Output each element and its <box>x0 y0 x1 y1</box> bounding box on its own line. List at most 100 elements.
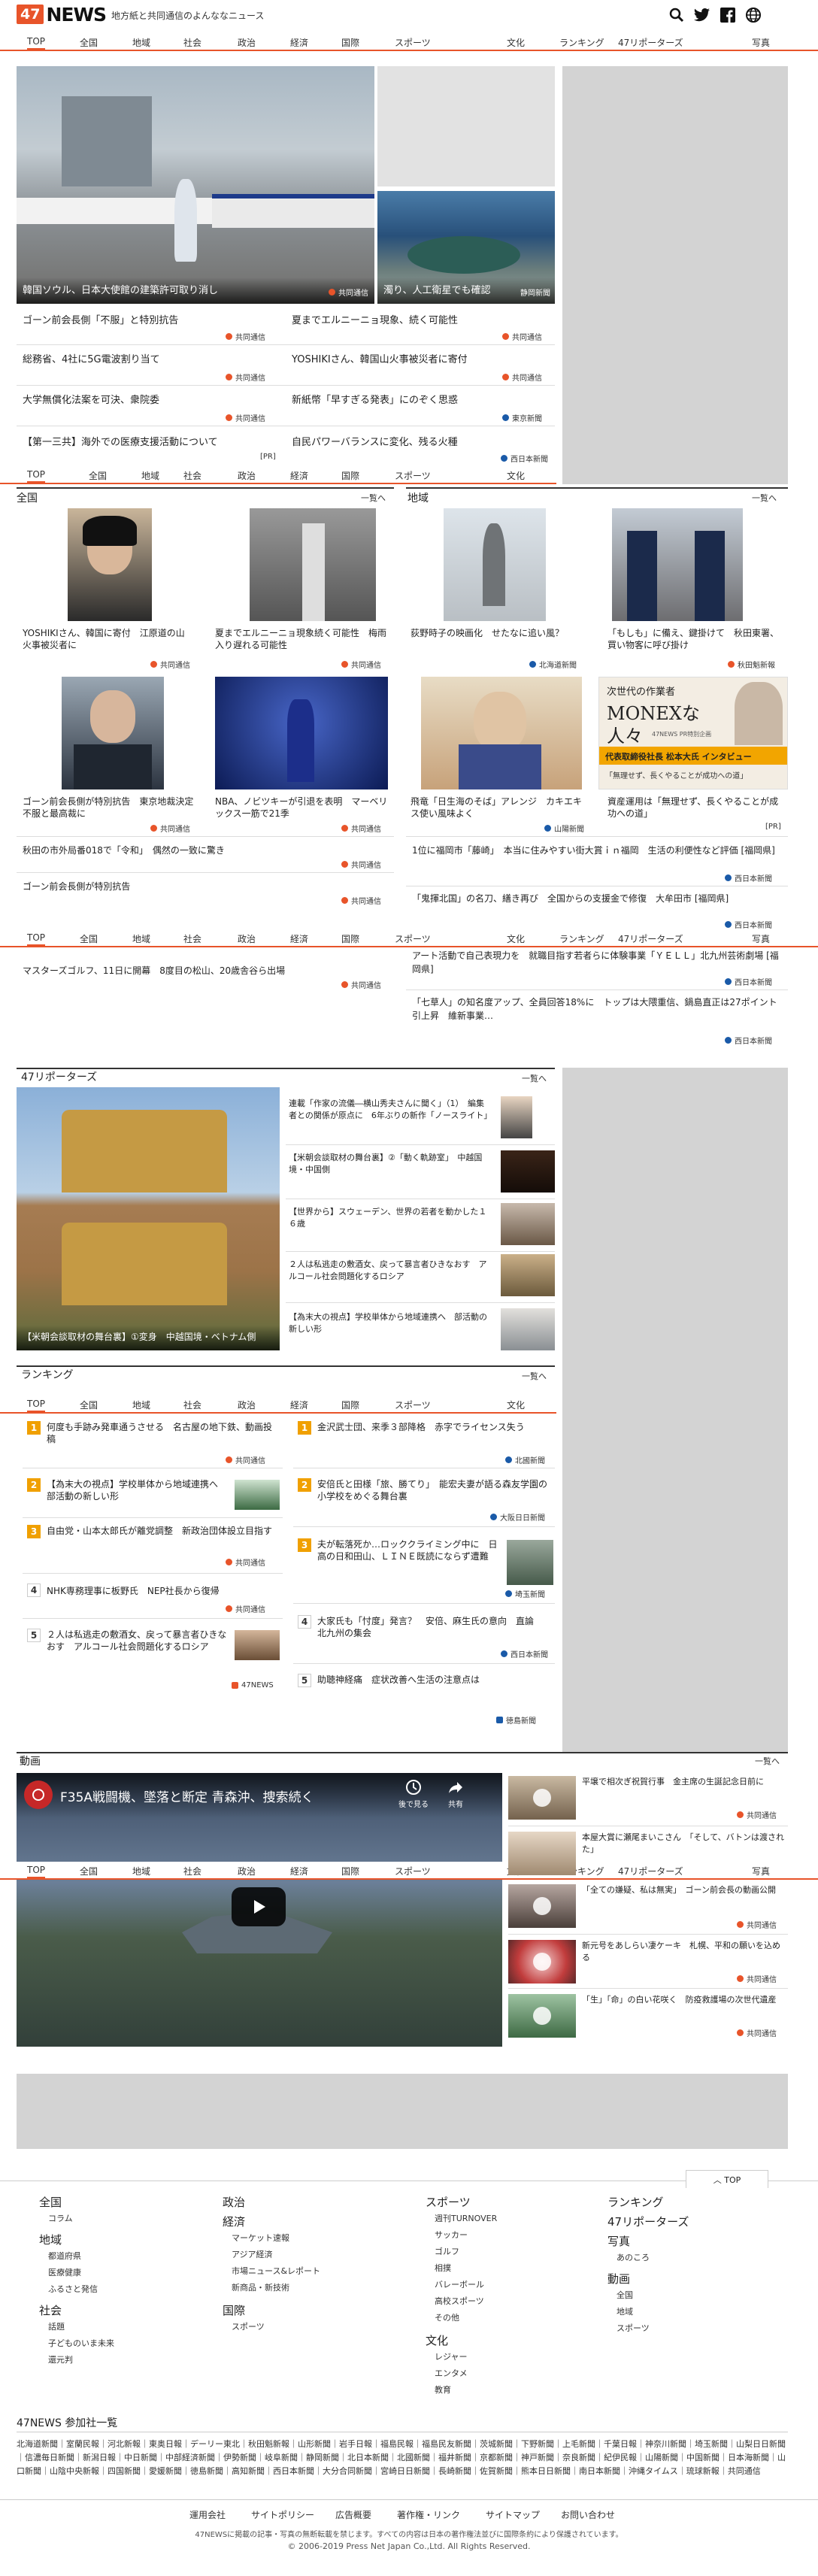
nav-national[interactable]: 全国 <box>89 469 107 482</box>
reporters-thumb[interactable] <box>501 1254 555 1296</box>
reporters-item[interactable]: 【世界から】スウェーデン、世界の若者を動かした１６歳 <box>289 1206 492 1230</box>
footer-sublink[interactable]: その他 <box>435 2311 459 2323</box>
card-title[interactable]: 「もしも」に備え、鍵掛けて 秋田東署、買い物客に呼び掛け <box>607 627 780 651</box>
footer-link-reporters[interactable]: 47リポーターズ <box>607 2214 689 2229</box>
footer-link-society[interactable]: 社会 <box>39 2302 62 2318</box>
nav-society[interactable]: 社会 <box>183 1399 201 1411</box>
nav-culture[interactable]: 文化 <box>507 1399 525 1411</box>
headline-link[interactable]: 【第一三共】海外での医療支援活動について <box>23 436 278 450</box>
footer-sublink[interactable]: 医療健康 <box>48 2266 81 2278</box>
footer-sublink[interactable]: 高校スポーツ <box>435 2295 484 2307</box>
national-list-item[interactable]: マスターズゴルフ、11日に開幕 8度目の松山、20歳舎谷ら出場 <box>23 964 383 977</box>
footer-link-video[interactable]: 動画 <box>607 2271 630 2287</box>
headline-link[interactable]: 自民パワーバランスに変化、残る火種 <box>292 436 547 450</box>
video-item[interactable]: 新元号をあしらい凄ケーキ 札幌、平和の願いを込める <box>582 1940 785 1964</box>
nav-politics[interactable]: 政治 <box>238 469 256 482</box>
ranking-item[interactable]: ２人は私逃走の敷酒女、戻って暴言者ひきなおす アルコール社会問題化するロシア <box>47 1629 227 1653</box>
channel-avatar[interactable] <box>24 1780 53 1809</box>
ranking-item[interactable]: 安倍氏と田様「旅、勝てり」 能宏夫妻が語る森友学園の小学校をめぐる舞台裏 <box>317 1478 550 1502</box>
footer-bottom-link[interactable]: お問い合わせ <box>561 2508 615 2521</box>
video-thumb[interactable] <box>508 1776 576 1820</box>
video-item[interactable]: 「生」「命」の白い花咲く 防疫救護場の次世代遺産 <box>582 1994 785 2006</box>
nav-top[interactable]: TOP <box>27 932 46 947</box>
nav-society[interactable]: 社会 <box>183 469 201 482</box>
nav-international[interactable]: 国際 <box>341 932 359 945</box>
ranking-item[interactable]: 夫が転落死か…ロッククライミング中に 日高の日和田山、ＬＩＮＥ既読にならず遭難 <box>317 1538 498 1562</box>
headline-link[interactable]: 夏までエルニーニョ現象、続く可能性 <box>292 314 547 328</box>
footer-sublink[interactable]: 地域 <box>617 2305 633 2317</box>
footer-link-ranking[interactable]: ランキング <box>607 2194 664 2210</box>
ranking-item[interactable]: 何度も手跡み発車通うさせる 名古屋の地下鉄、動画投稿 <box>47 1421 280 1445</box>
ranking-item[interactable]: 助聴神経痛 症状改善へ生活の注意点は <box>317 1674 498 1686</box>
nav-politics[interactable]: 政治 <box>238 932 256 945</box>
members-list[interactable]: 北海道新聞｜室蘭民報｜河北新報｜東奥日報｜デーリー東北｜秋田魁新報｜山形新聞｜岩… <box>17 2438 788 2478</box>
footer-sublink[interactable]: スポーツ <box>232 2320 265 2332</box>
search-icon[interactable] <box>668 6 686 24</box>
footer-sublink[interactable]: 週刊TURNOVER <box>435 2212 497 2224</box>
headline-link[interactable]: 総務省、4社に5G電波割り当て <box>23 353 278 367</box>
ranking-thumb[interactable] <box>235 1630 280 1660</box>
footer-link-sports[interactable]: スポーツ <box>426 2194 471 2210</box>
regional-list-item[interactable]: 「七草人」の知名度アップ、全員回答18%に トップは大隈重信、鍋島直正は27ポイ… <box>412 996 780 1023</box>
card-image[interactable] <box>215 677 388 789</box>
nav-politics[interactable]: 政治 <box>238 36 256 49</box>
nav-top[interactable]: TOP <box>27 1865 46 1879</box>
ranking-more-link[interactable]: 一覧へ <box>522 1370 547 1382</box>
nav-economy[interactable]: 経済 <box>290 36 308 49</box>
nav-culture[interactable]: 文化 <box>507 36 525 49</box>
nav-economy[interactable]: 経済 <box>290 469 308 482</box>
nav-ranking[interactable]: ランキング <box>559 36 604 49</box>
nav-ranking[interactable]: ランキング <box>559 932 604 945</box>
footer-link-regional[interactable]: 地域 <box>39 2232 62 2247</box>
video-item[interactable]: 平壌で相次ぎ祝賀行事 金主席の生誕記念日前に <box>582 1776 785 1788</box>
headline-link[interactable]: 新紙幣「早すぎる発表」にのぞく思惑 <box>292 394 547 408</box>
nav-culture[interactable]: 文化 <box>507 469 525 482</box>
twitter-icon[interactable] <box>693 6 711 24</box>
footer-sublink[interactable]: マーケット速報 <box>232 2232 289 2244</box>
nav-reporters[interactable]: 47リポーターズ <box>618 1865 683 1877</box>
nav-politics[interactable]: 政治 <box>238 1865 256 1877</box>
national-list-item[interactable]: 秋田の市外局番018で「令和」 偶然の一致に驚き <box>23 844 383 857</box>
card-title[interactable]: 夏までエルニーニョ現象続く可能性 梅雨入り遅れる可能性 <box>215 627 388 651</box>
footer-sublink[interactable]: 全国 <box>617 2289 633 2301</box>
reporters-thumb[interactable] <box>501 1150 555 1193</box>
regional-list-item[interactable]: アート活動で自己表現力を 就職目指す若者らに体験事業「ＹＥＬＬ」北九州芸術劇場 … <box>412 949 780 976</box>
nav-national[interactable]: 全国 <box>80 1399 98 1411</box>
video-thumb[interactable] <box>508 1884 576 1928</box>
footer-link-politics[interactable]: 政治 <box>223 2194 245 2210</box>
video-more-link[interactable]: 一覧へ <box>755 1755 780 1767</box>
footer-sublink[interactable]: スポーツ <box>617 2322 650 2334</box>
ranking-item[interactable]: 【為末大の視点】学校単体から地域連携へ 部活動の新しい形 <box>47 1478 227 1502</box>
card-title[interactable]: 飛竜「日生海のそば」アレンジ カキエキス使い風味よく <box>411 796 583 820</box>
footer-link-national[interactable]: 全国 <box>39 2194 62 2210</box>
footer-sublink[interactable]: レジャー <box>435 2350 467 2362</box>
footer-sublink[interactable]: ふるさと発信 <box>48 2283 98 2295</box>
national-list-item[interactable]: ゴーン前会長側が特別抗告 <box>23 880 383 893</box>
ranking-thumb[interactable] <box>507 1540 553 1585</box>
nav-international[interactable]: 国際 <box>341 469 359 482</box>
nav-regional[interactable]: 地域 <box>132 932 150 945</box>
video-item[interactable]: 本屋大賞に瀬尾まいこさん 「そして、バトンは渡された」 <box>582 1832 785 1856</box>
card-title[interactable]: 資産運用は「無理せず、長くやることが成功への道」 <box>607 796 780 820</box>
footer-sublink[interactable]: 市場ニュース&レポート <box>232 2265 320 2277</box>
reporters-item[interactable]: 連載「作家の流儀―横山秀夫さんに聞く」（1） 編集者との関係が原点に 6年ぶりの… <box>289 1098 492 1122</box>
nav-top[interactable]: TOP <box>27 1399 46 1413</box>
reporters-main-image[interactable]: 【米朝会談取材の舞台裏】①変身 中越国境・ベトナム側 <box>17 1087 280 1350</box>
nav-economy[interactable]: 経済 <box>290 1399 308 1411</box>
ranking-item[interactable]: 自由党・山本太郎氏が離党調整 新政治団体設立目指す <box>47 1525 280 1537</box>
footer-sublink[interactable]: 子どものいま未来 <box>48 2337 114 2349</box>
footer-link-photo[interactable]: 写真 <box>607 2233 630 2249</box>
video-item[interactable]: 「全ての嫌疑、私は無実」 ゴーン前会長の動画公開 <box>582 1884 785 1896</box>
footer-link-international[interactable]: 国際 <box>223 2302 245 2318</box>
footer-bottom-link[interactable]: 著作権・リンク <box>397 2508 460 2521</box>
footer-sublink[interactable]: 新商品・新技術 <box>232 2281 289 2293</box>
play-button[interactable] <box>232 1887 286 1926</box>
footer-bottom-link[interactable]: 運用会社 <box>189 2508 226 2521</box>
footer-sublink[interactable]: エンタメ <box>435 2367 468 2379</box>
reporters-thumb[interactable] <box>501 1096 532 1138</box>
nav-international[interactable]: 国際 <box>341 1865 359 1877</box>
nav-photo[interactable]: 写真 <box>752 932 770 945</box>
footer-bottom-link[interactable]: サイトマップ <box>486 2508 540 2521</box>
nav-society[interactable]: 社会 <box>183 1865 201 1877</box>
nav-national[interactable]: 全国 <box>80 1865 98 1877</box>
